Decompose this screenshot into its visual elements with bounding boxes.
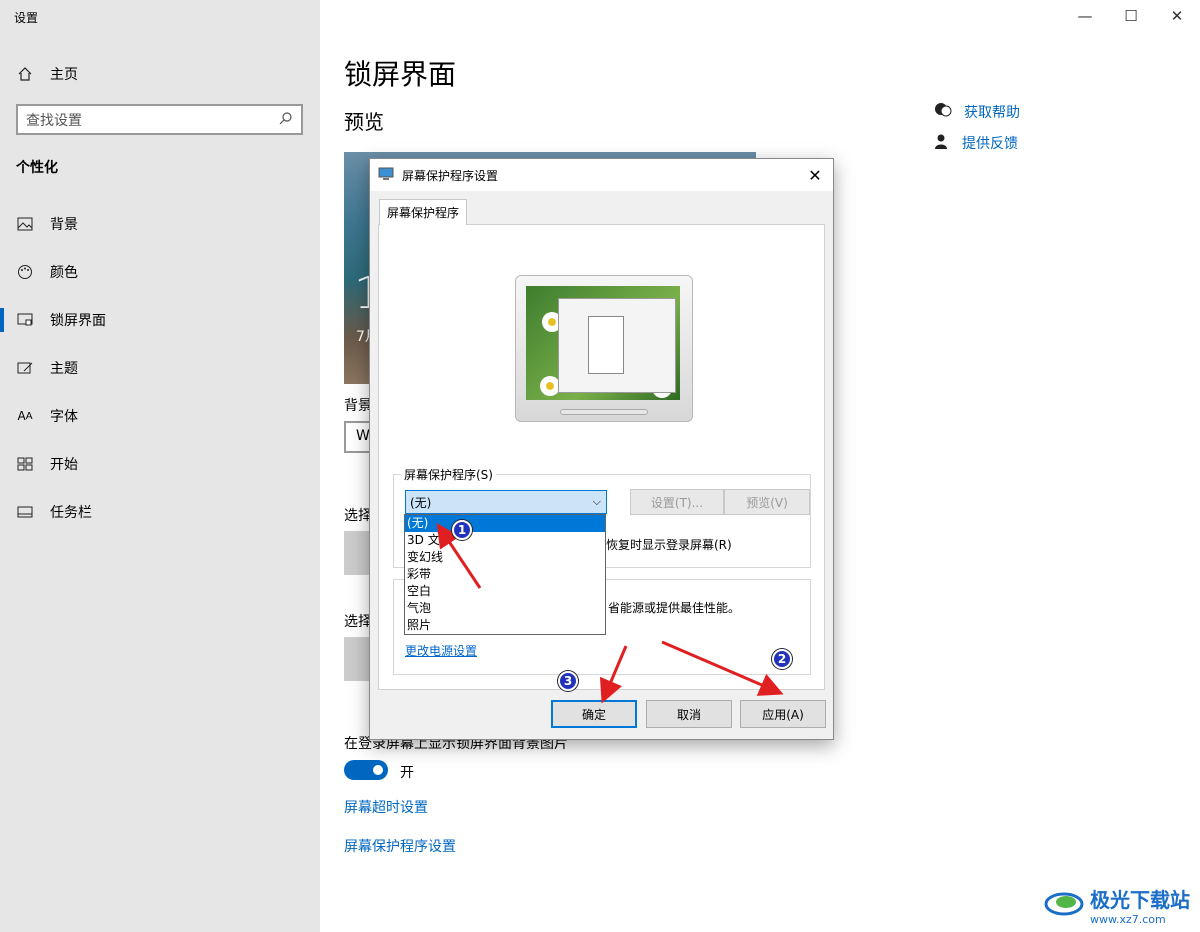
screensaver-combobox[interactable]: (无) ⌵ xyxy=(405,490,607,514)
dropdown-option[interactable]: 3D 文字 xyxy=(405,532,605,549)
search-input[interactable]: 查找设置 xyxy=(16,104,303,135)
sidebar-item-lockscreen[interactable]: 锁屏界面 xyxy=(0,296,320,344)
choose-status-label: 选择 xyxy=(344,614,372,630)
get-help-label: 获取帮助 xyxy=(964,105,1020,121)
dropdown-option[interactable]: 照片 xyxy=(405,617,605,634)
sidebar-item-label: 任务栏 xyxy=(50,505,92,521)
combo-value: (无) xyxy=(410,496,432,510)
screensaver-dialog: 屏幕保护程序设置 ✕ 屏幕保护程序 屏幕保护程序(S) (无) ⌵ 设置(T).… xyxy=(369,158,834,740)
sidebar-item-background[interactable]: 背景 xyxy=(0,200,320,248)
watermark-title: 极光下载站 xyxy=(1090,888,1190,912)
home-icon xyxy=(16,65,34,83)
sidebar-item-label: 开始 xyxy=(50,457,78,473)
dropdown-option[interactable]: (无) xyxy=(405,515,605,532)
taskbar-icon xyxy=(16,503,34,521)
screen-timeout-link[interactable]: 屏幕超时设置 xyxy=(344,797,428,817)
chevron-down-icon: ⌵ xyxy=(592,495,601,508)
annotation-badge-3: 3 xyxy=(558,671,578,691)
watermark: 极光下载站 www.xz7.com xyxy=(1044,884,1190,926)
maximize-icon[interactable]: ☐ xyxy=(1108,0,1154,32)
help-chat-icon xyxy=(934,102,952,122)
feedback-icon xyxy=(934,133,950,153)
sidebar-item-label: 字体 xyxy=(50,409,78,425)
flower-decoration xyxy=(540,376,560,396)
sidebar-item-taskbar[interactable]: 任务栏 xyxy=(0,488,320,536)
sidebar-item-label: 背景 xyxy=(50,217,78,233)
start-icon xyxy=(16,455,34,473)
page-title: 锁屏界面 xyxy=(344,58,457,91)
screensaver-dropdown-list: (无) 3D 文字 变幻线 彩带 空白 气泡 照片 xyxy=(404,514,606,635)
watermark-logo-icon xyxy=(1044,888,1084,922)
sidebar-item-fonts[interactable]: AA 字体 xyxy=(0,392,320,440)
screensaver-group-label: 屏幕保护程序(S) xyxy=(401,466,496,483)
resume-logon-checkbox-label[interactable]: 恢复时显示登录屏幕(R) xyxy=(606,536,732,553)
font-icon: AA xyxy=(17,409,33,423)
dropdown-option[interactable]: 变幻线 xyxy=(405,549,605,566)
annotation-badge-1: 1 xyxy=(452,520,472,540)
dialog-title: 屏幕保护程序设置 xyxy=(402,168,499,183)
monitor-base xyxy=(560,409,648,415)
watermark-url: www.xz7.com xyxy=(1090,913,1166,926)
sidebar-item-colors[interactable]: 颜色 xyxy=(0,248,320,296)
dropdown-option[interactable]: 彩带 xyxy=(405,566,605,583)
get-help-link[interactable]: 获取帮助 xyxy=(934,102,1020,122)
lockscreen-icon xyxy=(16,311,34,329)
annotation-badge-2: 2 xyxy=(772,649,792,669)
screensaver-settings-link[interactable]: 屏幕保护程序设置 xyxy=(344,836,456,856)
close-icon[interactable]: ✕ xyxy=(1154,0,1200,32)
feedback-label: 提供反馈 xyxy=(962,136,1018,152)
theme-icon xyxy=(16,359,34,377)
apply-button[interactable]: 应用(A) xyxy=(740,700,826,728)
minimize-icon[interactable]: — xyxy=(1062,0,1108,32)
sidebar-home[interactable]: 主页 xyxy=(16,64,78,84)
background-label: 背景 xyxy=(344,398,372,414)
dropdown-option[interactable]: 空白 xyxy=(405,583,605,600)
monitor-preview xyxy=(515,275,693,422)
ok-button[interactable]: 确定 xyxy=(551,700,637,728)
sidebar-item-label: 颜色 xyxy=(50,265,78,281)
palette-icon xyxy=(16,263,34,281)
settings-sidebar: 设置 主页 查找设置 个性化 背景 颜色 锁屏界面 主题 AA 字体 开始 任务… xyxy=(0,0,320,932)
window-controls: — ☐ ✕ xyxy=(1062,0,1200,32)
toggle-state: 开 xyxy=(400,765,414,781)
change-power-settings-link[interactable]: 更改电源设置 xyxy=(405,642,477,659)
section-heading: 个性化 xyxy=(16,160,58,176)
monitor-screen xyxy=(526,286,680,400)
sidebar-nav: 背景 颜色 锁屏界面 主题 AA 字体 开始 任务栏 xyxy=(0,200,320,536)
sidebar-item-label: 锁屏界面 xyxy=(50,313,106,329)
show-bg-toggle[interactable] xyxy=(344,760,388,780)
dialog-close-icon[interactable]: ✕ xyxy=(803,163,827,187)
sidebar-item-start[interactable]: 开始 xyxy=(0,440,320,488)
search-placeholder: 查找设置 xyxy=(26,112,82,129)
sidebar-item-label: 主题 xyxy=(50,361,78,377)
sidebar-item-themes[interactable]: 主题 xyxy=(0,344,320,392)
search-icon xyxy=(279,111,293,129)
picture-icon xyxy=(16,215,34,233)
preview-heading: 预览 xyxy=(344,110,384,134)
preview-dialog xyxy=(588,316,624,374)
dropdown-option[interactable]: 气泡 xyxy=(405,600,605,617)
cancel-button[interactable]: 取消 xyxy=(646,700,732,728)
preview-button[interactable]: 预览(V) xyxy=(724,489,810,515)
choose-app-label: 选择 xyxy=(344,508,372,524)
sidebar-home-label: 主页 xyxy=(50,67,78,83)
feedback-link[interactable]: 提供反馈 xyxy=(934,133,1018,153)
dialog-titlebar: 屏幕保护程序设置 ✕ xyxy=(370,159,833,191)
screensaver-app-icon xyxy=(378,167,394,184)
app-title: 设置 xyxy=(14,11,39,25)
settings-button[interactable]: 设置(T)... xyxy=(630,489,724,515)
power-description: 省能源或提供最佳性能。 xyxy=(608,601,741,615)
tab-screensaver[interactable]: 屏幕保护程序 xyxy=(379,199,468,225)
